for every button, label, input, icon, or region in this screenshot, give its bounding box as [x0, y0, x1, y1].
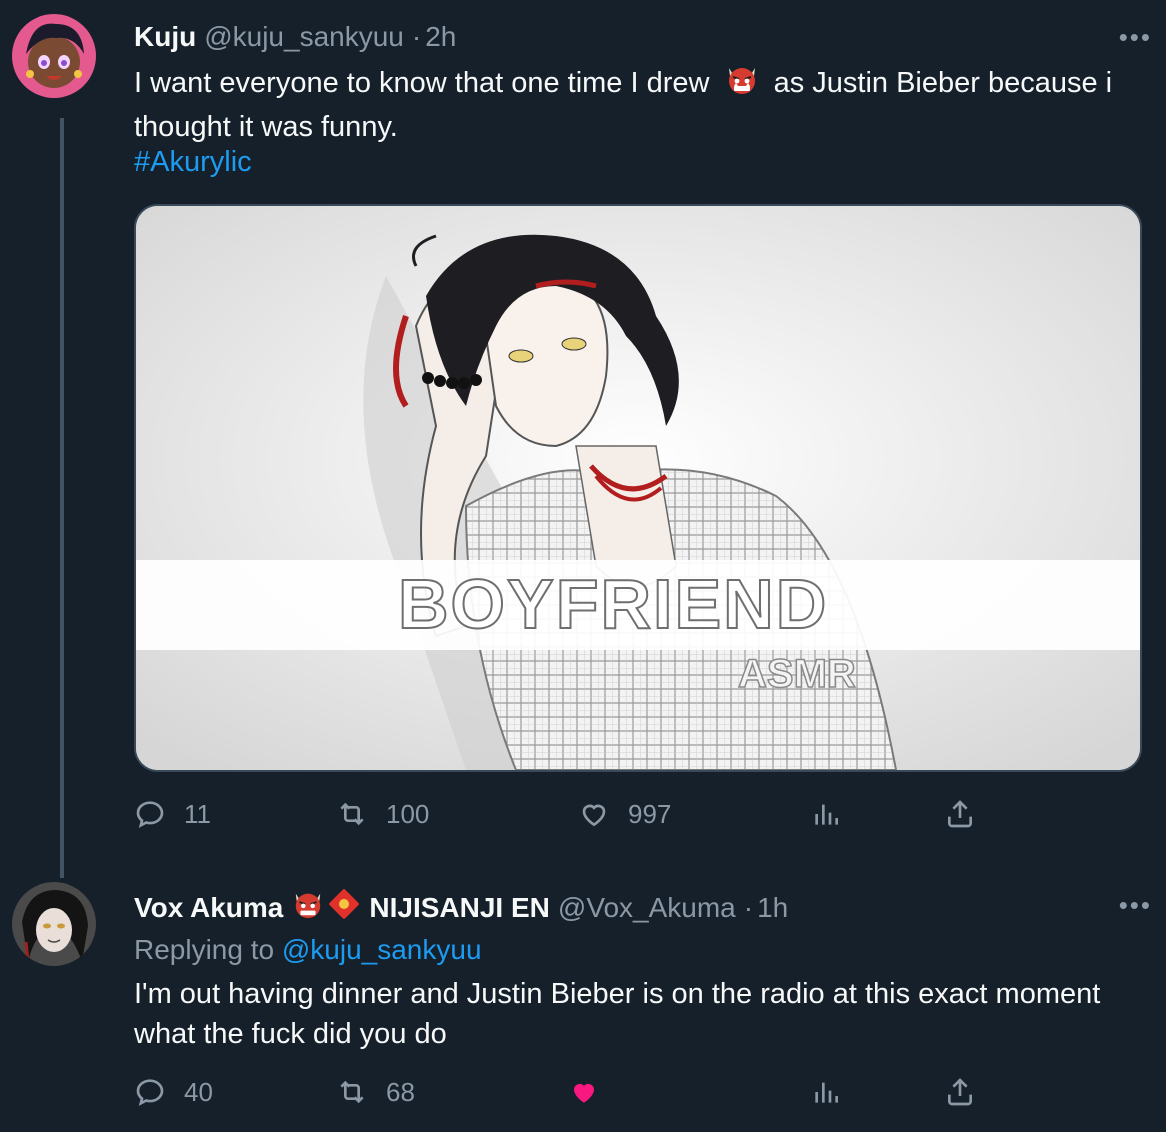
tweet-header: Vox Akuma NIJISANJI EN @Vox_Akuma · 1h [134, 888, 788, 928]
tweet-text-part1: I want everyone to know that one time I … [134, 67, 710, 100]
replying-to-label: Replying to [134, 934, 275, 965]
tweet-text: I want everyone to know that one time I … [134, 62, 1144, 147]
like-button[interactable] [568, 1076, 618, 1108]
separator-dot: · [411, 21, 422, 52]
replying-to-handle[interactable]: @kuju_sankyuu [282, 934, 482, 965]
heart-filled-icon [574, 1083, 594, 1103]
artwork-illustration [136, 206, 1140, 770]
like-count: 997 [628, 798, 672, 829]
retweet-button[interactable]: 100 [336, 798, 429, 830]
tweet-actions: 40 68 [134, 1076, 994, 1122]
ogre-emoji-icon [724, 62, 760, 107]
replying-to: Replying to @kuju_sankyuu [134, 930, 1144, 970]
reply-icon [136, 1079, 164, 1106]
reply-count: 40 [184, 1076, 213, 1107]
heart-icon [582, 804, 606, 827]
tweet-actions: 11 100 997 [134, 798, 994, 844]
reply-button[interactable]: 11 [134, 798, 211, 830]
reply-tweet[interactable]: Vox Akuma NIJISANJI EN @Vox_Akuma · 1h •… [0, 868, 1166, 1132]
retweet-icon [340, 1080, 364, 1104]
author-name[interactable]: Vox Akuma [134, 891, 283, 925]
hashtag-link[interactable]: #Akurylic [134, 146, 252, 178]
analytics-button[interactable] [810, 1076, 842, 1108]
retweet-count: 100 [386, 798, 430, 829]
like-button[interactable]: 997 [578, 798, 671, 830]
author-handle[interactable]: @kuju_sankyuu [204, 20, 404, 54]
thread-line [60, 118, 64, 878]
red-envelope-icon [327, 888, 361, 928]
share-button[interactable] [944, 1076, 976, 1108]
author-affiliation: NIJISANJI EN [369, 892, 550, 923]
analytics-icon [815, 804, 838, 825]
analytics-button[interactable] [810, 798, 842, 830]
separator-dot: · [743, 892, 754, 923]
analytics-icon [815, 1082, 838, 1103]
tweet[interactable]: Kuju @kuju_sankyuu · 2h ••• I want every… [0, 0, 1166, 878]
retweet-count: 68 [386, 1076, 415, 1107]
share-icon [948, 1078, 972, 1106]
reply-button[interactable]: 40 [134, 1076, 213, 1108]
avatar-vox-akuma[interactable] [12, 882, 96, 966]
more-options-icon[interactable]: ••• [1119, 22, 1152, 53]
media-subtitle: ASMR [737, 651, 856, 697]
more-options-icon[interactable]: ••• [1119, 890, 1152, 921]
tweet-header: Kuju @kuju_sankyuu · 2h [134, 20, 456, 54]
share-button[interactable] [944, 798, 976, 830]
reply-count: 11 [184, 798, 211, 829]
tweet-text: I'm out having dinner and Justin Bieber … [134, 978, 1101, 1050]
ogre-emoji-icon [291, 888, 325, 928]
tweet-image[interactable]: BOYFRIEND ASMR [134, 204, 1142, 772]
tweet-time[interactable]: 2h [425, 20, 456, 54]
hashtag-line: #Akurylic [134, 142, 1144, 182]
retweet-button[interactable]: 68 [336, 1076, 415, 1108]
share-icon [948, 800, 972, 828]
tweet-time[interactable]: 1h [757, 891, 788, 925]
author-name[interactable]: Kuju [134, 20, 196, 54]
retweet-icon [340, 802, 364, 826]
reply-icon [136, 801, 164, 828]
media-title: BOYFRIEND [397, 564, 829, 644]
avatar-kuju[interactable] [12, 14, 96, 98]
author-handle[interactable]: @Vox_Akuma [558, 891, 736, 925]
